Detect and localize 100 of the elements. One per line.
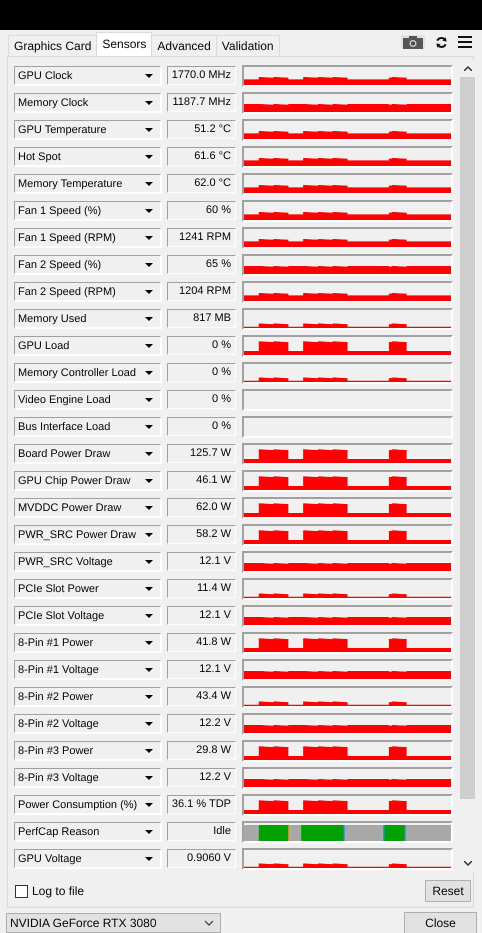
sensor-value: 29.8 W — [167, 741, 236, 760]
sensor-dropdown[interactable]: 8-Pin #2 Voltage — [14, 714, 161, 733]
caret-icon — [145, 776, 153, 780]
sensor-value: 0 % — [167, 336, 236, 355]
caret-icon — [145, 154, 153, 158]
sensor-dropdown[interactable]: PCIe Slot Power — [14, 579, 161, 598]
sensor-value: Idle — [167, 822, 236, 841]
caret-icon — [145, 452, 153, 456]
scroll-up-icon[interactable] — [464, 66, 472, 71]
checkbox-label: Log to file — [32, 884, 84, 898]
close-button[interactable]: Close — [404, 912, 477, 933]
sensor-dropdown[interactable]: 8-Pin #3 Power — [14, 741, 161, 760]
sensor-dropdown[interactable]: 8-Pin #3 Voltage — [14, 768, 161, 787]
sensor-dropdown[interactable]: Memory Used — [14, 309, 161, 328]
sensor-dropdown[interactable]: Hot Spot — [14, 147, 161, 166]
sensor-dropdown[interactable]: GPU Clock — [14, 66, 161, 85]
chevron-icon — [204, 920, 214, 926]
caret-icon — [145, 182, 153, 186]
caret-icon — [145, 208, 153, 212]
sensor-dropdown[interactable]: PWR_SRC Power Draw — [14, 525, 161, 544]
caret-icon — [145, 478, 153, 482]
caret-icon — [145, 856, 153, 860]
tab[interactable]: Validation — [216, 35, 280, 56]
checkbox[interactable] — [15, 884, 28, 898]
caret-icon — [145, 532, 153, 536]
caret-icon — [145, 262, 153, 266]
sensor-value: 1204 RPM — [167, 282, 236, 301]
sensor-value: 1187.7 MHz — [167, 93, 236, 112]
sensor-value: 0.9060 V — [167, 849, 236, 868]
tab[interactable]: Graphics Card — [8, 35, 98, 56]
sensor-dropdown[interactable]: Power Consumption (%) — [14, 795, 161, 814]
caret-icon — [145, 74, 153, 78]
sensor-value: 1241 RPM — [167, 228, 236, 247]
caret-icon — [145, 830, 153, 834]
sensor-dropdown[interactable]: Fan 2 Speed (RPM) — [14, 282, 161, 301]
caret-icon — [145, 370, 153, 374]
sensor-dropdown[interactable]: Memory Clock — [14, 93, 161, 112]
sensor-dropdown[interactable]: 8-Pin #1 Power — [14, 633, 161, 652]
sensor-dropdown[interactable]: PWR_SRC Voltage — [14, 552, 161, 571]
gpu-select[interactable]: NVIDIA GeForce RTX 3080 — [6, 913, 221, 933]
sensor-value: 12.2 V — [167, 714, 236, 733]
sensor-value: 0 % — [167, 417, 236, 436]
sensor-dropdown[interactable]: GPU Chip Power Draw — [14, 471, 161, 490]
sensor-value: 0 % — [167, 363, 236, 382]
caret-icon — [145, 748, 153, 752]
sensor-dropdown[interactable]: Video Engine Load — [14, 390, 161, 409]
caret-icon — [145, 614, 153, 618]
caret-icon — [145, 722, 153, 726]
sensor-dropdown[interactable]: 8-Pin #2 Power — [14, 687, 161, 706]
sensor-dropdown[interactable]: Fan 1 Speed (%) — [14, 201, 161, 220]
sensor-value: 60 % — [167, 201, 236, 220]
sensor-value: 0 % — [167, 390, 236, 409]
caret-icon — [145, 586, 153, 590]
caret-icon — [145, 668, 153, 672]
caret-icon — [145, 640, 153, 644]
caret-icon — [145, 506, 153, 510]
sensor-value: 12.1 V — [167, 606, 236, 625]
caret-icon — [145, 236, 153, 240]
sensor-dropdown[interactable]: GPU Voltage — [14, 849, 161, 868]
caret-icon — [145, 128, 153, 132]
sensor-value: 46.1 W — [167, 471, 236, 490]
sensor-dropdown[interactable]: PerfCap Reason — [14, 822, 161, 841]
sensor-dropdown[interactable]: Fan 1 Speed (RPM) — [14, 228, 161, 247]
sensor-dropdown[interactable]: Fan 2 Speed (%) — [14, 255, 161, 274]
caret-icon — [145, 802, 153, 806]
caret-icon — [145, 290, 153, 294]
sensor-value: 36.1 % TDP — [167, 795, 236, 814]
menu-icon[interactable] — [458, 36, 472, 48]
caret-icon — [145, 398, 153, 402]
caret-icon — [145, 344, 153, 348]
refresh-icon[interactable] — [435, 36, 448, 48]
sensor-dropdown[interactable]: Bus Interface Load — [14, 417, 161, 436]
caret-icon — [145, 694, 153, 698]
sensor-value: 12.1 V — [167, 552, 236, 571]
caret-icon — [145, 100, 153, 104]
sensor-value: 61.6 °C — [167, 147, 236, 166]
sensor-dropdown[interactable]: GPU Temperature — [14, 120, 161, 139]
sensor-dropdown[interactable]: Memory Temperature — [14, 174, 161, 193]
sensor-dropdown[interactable]: 8-Pin #1 Voltage — [14, 660, 161, 679]
caret-icon — [145, 316, 153, 320]
tab[interactable]: Sensors — [96, 32, 152, 56]
sensor-value: 51.2 °C — [167, 120, 236, 139]
sensor-value: 125.7 W — [167, 444, 236, 463]
sensor-dropdown[interactable]: MVDDC Power Draw — [14, 498, 161, 517]
sensor-value: 12.1 V — [167, 660, 236, 679]
sensor-value: 1770.0 MHz — [167, 66, 236, 85]
sensor-dropdown[interactable]: Board Power Draw — [14, 444, 161, 463]
camera-icon[interactable] — [401, 35, 425, 49]
sensor-value: 58.2 W — [167, 525, 236, 544]
caret-icon — [145, 560, 153, 564]
sensor-value: 11.4 W — [167, 579, 236, 598]
sensor-value: 817 MB — [167, 309, 236, 328]
sensor-dropdown[interactable]: GPU Load — [14, 336, 161, 355]
sensor-dropdown[interactable]: PCIe Slot Voltage — [14, 606, 161, 625]
sensor-value: 62.0 °C — [167, 174, 236, 193]
sensor-value: 43.4 W — [167, 687, 236, 706]
scrollbar[interactable] — [460, 60, 475, 872]
scroll-down-icon[interactable] — [464, 861, 472, 866]
reset-button[interactable]: Reset — [425, 880, 471, 902]
sensor-dropdown[interactable]: Memory Controller Load — [14, 363, 161, 382]
